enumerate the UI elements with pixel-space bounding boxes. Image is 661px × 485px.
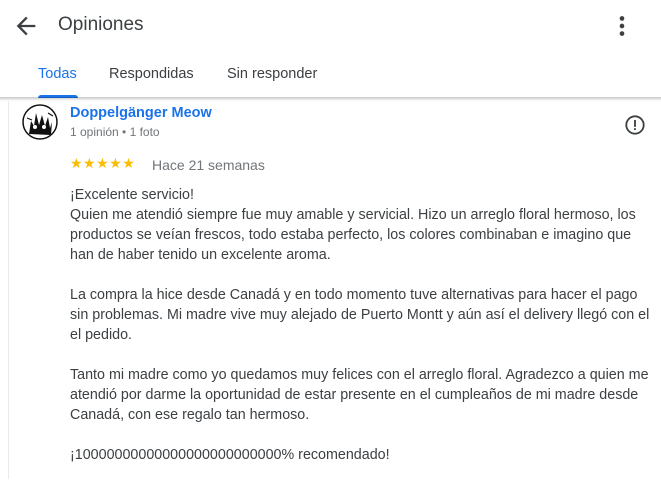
tab-bar-shadow bbox=[0, 97, 661, 101]
avatar[interactable] bbox=[22, 104, 58, 140]
tab-sin-responder[interactable]: Sin responder bbox=[227, 66, 317, 82]
report-review-button[interactable] bbox=[624, 114, 646, 136]
divider bbox=[8, 101, 9, 479]
arrow-left-icon bbox=[16, 16, 36, 36]
tab-respondidas[interactable]: Respondidas bbox=[109, 66, 194, 82]
page-title: Opiniones bbox=[58, 14, 144, 35]
tab-bar: Todas Respondidas Sin responder bbox=[0, 52, 661, 98]
more-options-button[interactable] bbox=[608, 12, 636, 40]
review-text: ¡Excelente servicio! Quien me atendió si… bbox=[70, 185, 658, 485]
review-paragraph: ¡10000000000000000000000000% recomendado… bbox=[70, 447, 390, 463]
app-header: Opiniones bbox=[0, 0, 661, 52]
more-vert-icon bbox=[619, 16, 625, 36]
review-paragraph: ¡Excelente servicio! Quien me atendió si… bbox=[70, 187, 636, 263]
review-date: Hace 21 semanas bbox=[152, 157, 265, 173]
rating-stars: ★★★★★ bbox=[70, 155, 136, 171]
review-author-meta: 1 opinión • 1 foto bbox=[70, 125, 160, 139]
back-button[interactable] bbox=[12, 12, 40, 40]
report-icon bbox=[625, 115, 645, 135]
review-paragraph: La compra la hice desde Canadá y en todo… bbox=[70, 287, 650, 343]
review-author-name[interactable]: Doppelgänger Meow bbox=[70, 105, 212, 121]
avatar-image bbox=[22, 104, 58, 140]
review-paragraph: Tanto mi madre como yo quedamos muy feli… bbox=[70, 367, 649, 423]
tab-todas[interactable]: Todas bbox=[38, 66, 77, 82]
